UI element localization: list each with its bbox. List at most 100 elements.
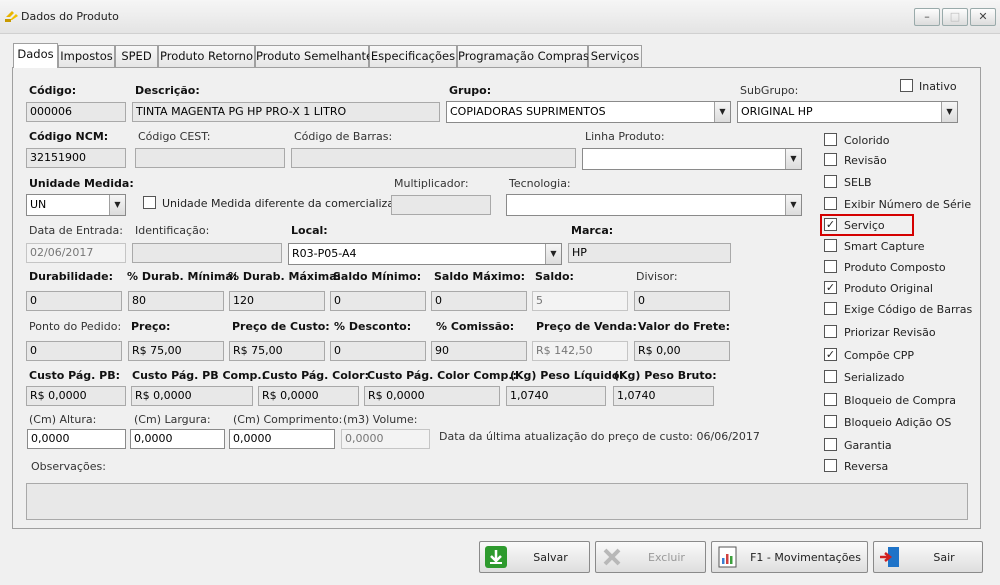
priorizar-revisao-label: Priorizar Revisão [844, 326, 936, 339]
movimentacoes-button[interactable]: F1 - Movimentações [711, 541, 868, 573]
maximize-button[interactable]: □ [942, 8, 968, 26]
identificacao-field[interactable] [132, 243, 282, 263]
revisao-checkbox[interactable] [824, 153, 837, 166]
multiplicador-field[interactable] [391, 195, 491, 215]
desconto-field[interactable]: 0 [330, 341, 426, 361]
tab-dados[interactable]: Dados [13, 43, 58, 68]
preco-custo-field[interactable]: R$ 75,00 [229, 341, 325, 361]
garantia-checkbox[interactable] [824, 438, 837, 451]
chevron-down-icon[interactable]: ▼ [545, 244, 561, 264]
salvar-button[interactable]: Salvar [479, 541, 590, 573]
tab-especificacoes[interactable]: Especificações [369, 45, 457, 67]
compoe-cpp-checkbox[interactable]: ✓ [824, 348, 837, 361]
barras-field[interactable] [291, 148, 576, 168]
minimize-button[interactable]: – [914, 8, 940, 26]
tab-sped[interactable]: SPED [115, 45, 158, 67]
custo-pb-field[interactable]: R$ 0,0000 [26, 386, 126, 406]
peso-bruto-field[interactable]: 1,0740 [613, 386, 714, 406]
observacoes-field[interactable] [26, 483, 968, 520]
desconto-label: % Desconto: [334, 320, 412, 333]
linha-select[interactable]: ▼ [582, 148, 802, 170]
ncm-field[interactable]: 32151900 [26, 148, 126, 168]
custo-color-label: Custo Pág. Color: [262, 369, 369, 382]
title-bar: Dados do Produto – □ ✕ [0, 0, 1000, 34]
inativo-checkbox[interactable] [900, 79, 913, 92]
selb-label: SELB [844, 176, 872, 189]
comprimento-field[interactable]: 0,0000 [229, 429, 335, 449]
serializado-label: Serializado [844, 371, 905, 384]
chevron-down-icon[interactable]: ▼ [785, 149, 801, 169]
codigo-field[interactable]: 000006 [26, 102, 126, 122]
chevron-down-icon[interactable]: ▼ [941, 102, 957, 122]
volume-field[interactable]: 0,0000 [341, 429, 430, 449]
unidade-select[interactable]: UN ▼ [26, 194, 126, 216]
smart-capture-checkbox[interactable] [824, 239, 837, 252]
entrada-field[interactable]: 02/06/2017 [26, 243, 126, 263]
peso-liquido-field[interactable]: 1,0740 [506, 386, 606, 406]
sair-button[interactable]: Sair [873, 541, 983, 573]
saldo-maximo-field[interactable]: 0 [431, 291, 527, 311]
durabilidade-label: Durabilidade: [29, 270, 114, 283]
comissao-field[interactable]: 90 [431, 341, 527, 361]
excluir-button[interactable]: Excluir [595, 541, 706, 573]
chevron-down-icon[interactable]: ▼ [785, 195, 801, 215]
descricao-field[interactable]: TINTA MAGENTA PG HP PRO-X 1 LITRO [132, 102, 440, 122]
tecnologia-select[interactable]: ▼ [506, 194, 802, 216]
chevron-down-icon[interactable]: ▼ [714, 102, 730, 122]
tab-servicos[interactable]: Serviços [588, 45, 642, 67]
tab-produto-semelhante[interactable]: Produto Semelhante [255, 45, 373, 67]
movimentacoes-label: F1 - Movimentações [750, 551, 861, 564]
colorido-checkbox[interactable] [824, 133, 837, 146]
chevron-down-icon[interactable]: ▼ [109, 195, 125, 215]
serializado-checkbox[interactable] [824, 370, 837, 383]
subgrupo-select[interactable]: ORIGINAL HP ▼ [737, 101, 958, 123]
altura-field[interactable]: 0,0000 [27, 429, 126, 449]
local-select[interactable]: R03-P05-A4 ▼ [288, 243, 562, 265]
exige-codigo-de-barras-checkbox[interactable] [824, 302, 837, 315]
salvar-label: Salvar [533, 551, 568, 564]
largura-field[interactable]: 0,0000 [130, 429, 225, 449]
bloqueio-adicao-os-checkbox[interactable] [824, 415, 837, 428]
saldo-minimo-field[interactable]: 0 [330, 291, 426, 311]
grupo-label: Grupo: [449, 84, 492, 97]
preco-field[interactable]: R$ 75,00 [128, 341, 224, 361]
report-icon [718, 546, 737, 568]
tab-programacao-compras[interactable]: Programação Compras [457, 45, 589, 67]
durabilidade-field[interactable]: 0 [26, 291, 122, 311]
unidade-diferente-checkbox[interactable] [143, 196, 156, 209]
exibir-numero-de-serie-checkbox[interactable] [824, 197, 837, 210]
unidade-diferente-label: Unidade Medida diferente da comercializa… [162, 197, 408, 210]
priorizar-revisao-checkbox[interactable] [824, 325, 837, 338]
identificacao-label: Identificação: [135, 224, 210, 237]
tab-produto-retorno[interactable]: Produto Retorno [158, 45, 255, 67]
bloqueio-adicao-os-label: Bloqueio Adição OS [844, 416, 952, 429]
custo-color-comp-field[interactable]: R$ 0,0000 [364, 386, 500, 406]
durab-minima-field[interactable]: 80 [128, 291, 224, 311]
divisor-field[interactable]: 0 [634, 291, 730, 311]
reversa-checkbox[interactable] [824, 459, 837, 472]
selb-checkbox[interactable] [824, 175, 837, 188]
durab-maxima-field[interactable]: 120 [229, 291, 325, 311]
ponto-pedido-field[interactable]: 0 [26, 341, 122, 361]
saldo-field[interactable]: 5 [532, 291, 628, 311]
saldo-label: Saldo: [535, 270, 574, 283]
colorido-label: Colorido [844, 134, 890, 147]
marca-label: Marca: [571, 224, 614, 237]
custo-pb-comp-field[interactable]: R$ 0,0000 [131, 386, 253, 406]
tab-impostos[interactable]: Impostos [58, 45, 115, 67]
close-button[interactable]: ✕ [970, 8, 996, 26]
codigo-label: Código: [29, 84, 77, 97]
custo-pb-comp-label: Custo Pág. PB Comp.: [132, 369, 266, 382]
produto-composto-checkbox[interactable] [824, 260, 837, 273]
comissao-label: % Comissão: [436, 320, 515, 333]
bloqueio-de-compra-checkbox[interactable] [824, 393, 837, 406]
valor-frete-field[interactable]: R$ 0,00 [634, 341, 730, 361]
grupo-select[interactable]: COPIADORAS SUPRIMENTOS ▼ [446, 101, 731, 123]
multiplicador-label: Multiplicador: [394, 177, 469, 190]
save-icon [485, 546, 507, 568]
produto-original-checkbox[interactable]: ✓ [824, 281, 837, 294]
custo-color-field[interactable]: R$ 0,0000 [258, 386, 359, 406]
preco-venda-field[interactable]: R$ 142,50 [532, 341, 628, 361]
marca-field[interactable]: HP [568, 243, 731, 263]
cest-field[interactable] [135, 148, 285, 168]
